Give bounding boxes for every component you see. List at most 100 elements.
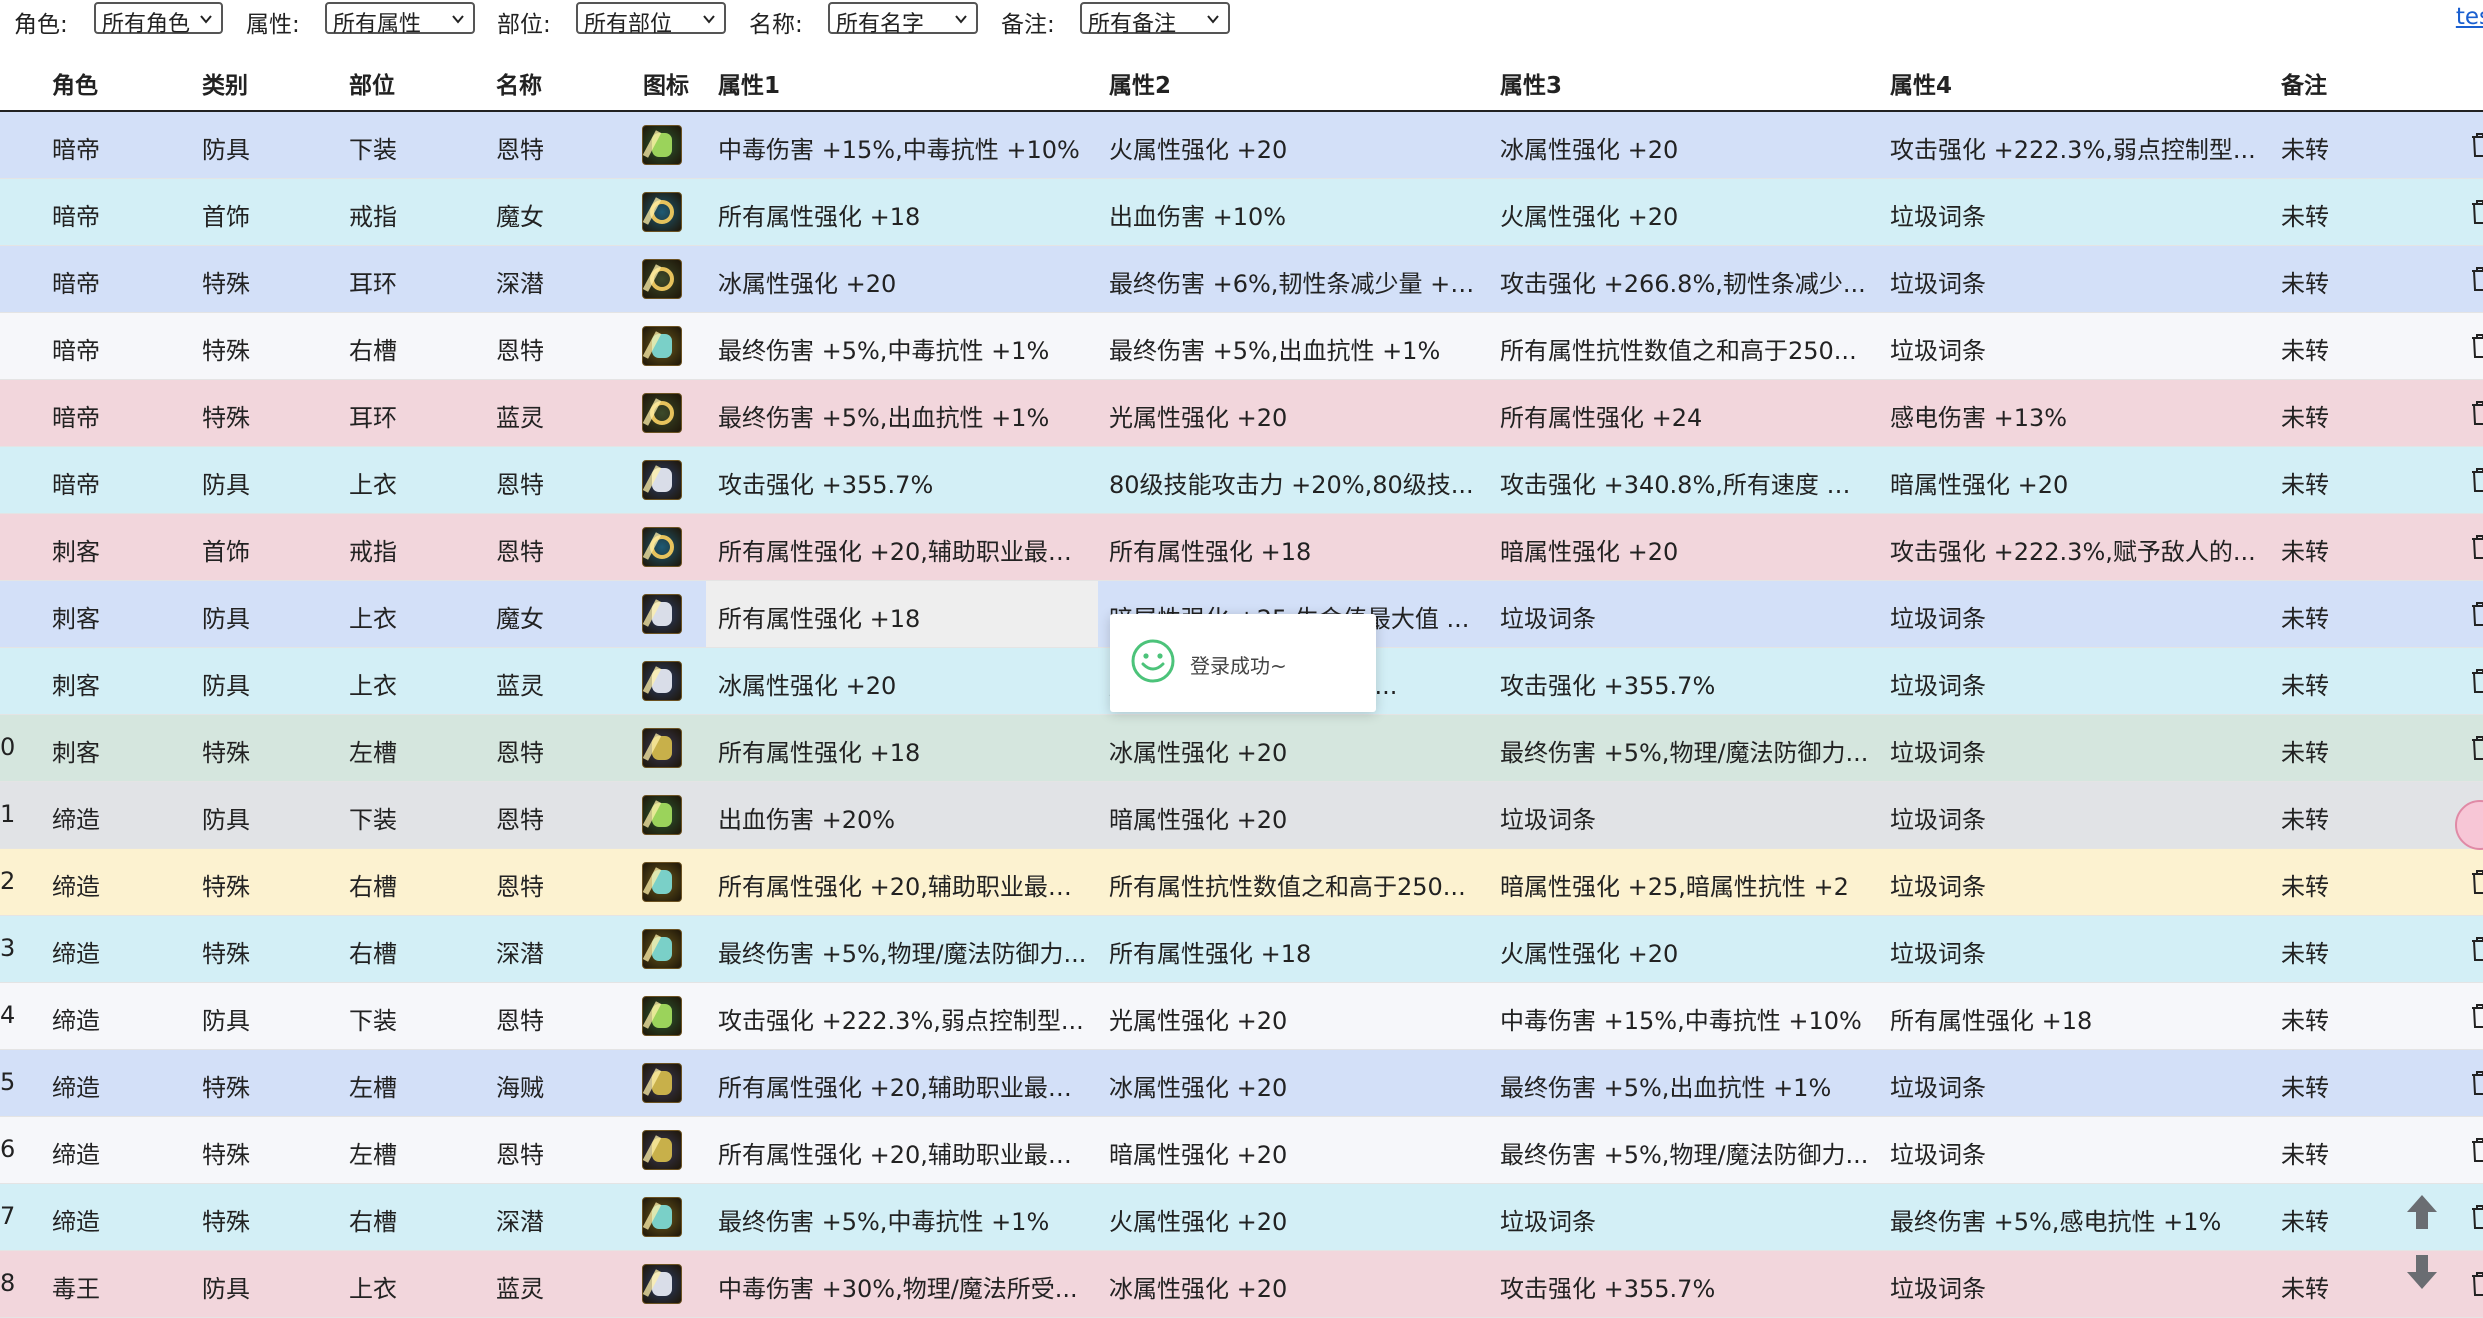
trash-icon[interactable] — [2470, 936, 2483, 962]
chevron-down-icon — [452, 15, 464, 24]
cell-slot: 上衣 — [349, 672, 397, 700]
armor-top-icon — [642, 460, 682, 500]
chevron-down-icon — [200, 15, 212, 24]
trash-icon[interactable] — [2470, 1003, 2483, 1029]
armor-pants-icon — [642, 795, 682, 835]
filter-note-select[interactable]: 所有备注 — [1080, 2, 1230, 37]
col-attr4[interactable]: 属性4 — [1890, 66, 1952, 100]
cell-attr4: 垃圾词条 — [1890, 1141, 1986, 1169]
cell-name: 恩特 — [496, 337, 544, 365]
cell-category: 防具 — [202, 471, 250, 499]
cell-attr2: 所有属性强化 +18 — [1109, 538, 1312, 566]
trash-icon[interactable] — [2470, 1070, 2483, 1096]
trash-icon[interactable] — [2470, 132, 2483, 158]
chevron-down-icon — [703, 15, 715, 24]
filter-role-select[interactable]: 所有角色 — [94, 2, 223, 37]
cell-slot: 右槽 — [349, 337, 397, 365]
filter-attr-select[interactable]: 所有属性 — [325, 2, 475, 37]
cell-attr3: 暗属性强化 +20 — [1500, 538, 1679, 566]
table-row[interactable]: 刺客 首饰 戒指 恩特 所有属性强化 +20,辅助职业最终... 所有属性强化 +18 暗属… — [0, 514, 2483, 581]
cell-attr1: 攻击强化 +355.7% — [718, 471, 934, 499]
arrow-down-icon[interactable] — [2402, 1252, 2442, 1292]
cell-attr2: 光属性强化 +20 — [1109, 1007, 1288, 1035]
cell-attr2: 光属性强化 +20 — [1109, 404, 1288, 432]
cell-category: 特殊 — [202, 873, 250, 901]
trash-icon[interactable] — [2470, 333, 2483, 359]
cell-note: 未转 — [2281, 1141, 2329, 1169]
col-name[interactable]: 名称 — [496, 66, 542, 100]
trash-icon[interactable] — [2470, 467, 2483, 493]
table-row[interactable]: 暗帝 特殊 耳环 蓝灵 最终伤害 +5%,出血抗性 +1% 光属性强化 +20 所有属性强化… — [0, 380, 2483, 447]
cell-note: 未转 — [2281, 404, 2329, 432]
trash-icon[interactable] — [2470, 1271, 2483, 1297]
cell-role: 暗帝 — [52, 270, 100, 298]
cell-attr4: 所有属性强化 +18 — [1890, 1007, 2093, 1035]
cell-attr4: 垃圾词条 — [1890, 873, 1986, 901]
cell-category: 特殊 — [202, 1208, 250, 1236]
cell-attr4: 垃圾词条 — [1890, 270, 1986, 298]
col-role[interactable]: 角色 — [52, 66, 98, 100]
col-attr3[interactable]: 属性3 — [1500, 66, 1562, 100]
cell-slot: 戒指 — [349, 203, 397, 231]
filter-name-select[interactable]: 所有名字 — [828, 2, 978, 37]
top-right-link[interactable]: tes — [2456, 4, 2483, 30]
cell-attr2: 冰属性强化 +20 — [1109, 739, 1288, 767]
cell-category: 特殊 — [202, 739, 250, 767]
table-row[interactable]: 5 缔造 特殊 左槽 海贼 所有属性强化 +20,辅助职业最终... 冰属性强化 +20 最终… — [0, 1050, 2483, 1117]
table-row[interactable]: 4 缔造 防具 下装 恩特 攻击强化 +222.3%,弱点控制型... 光属性强化 +20 中… — [0, 983, 2483, 1050]
trash-icon[interactable] — [2470, 199, 2483, 225]
cell-attr1: 所有属性强化 +20,辅助职业最终... — [718, 1074, 1088, 1102]
table-row[interactable]: 暗帝 防具 下装 恩特 中毒伤害 +15%,中毒抗性 +10% 火属性强化 +20 冰属性强… — [0, 112, 2483, 179]
trash-icon[interactable] — [2470, 1137, 2483, 1163]
cell-attr1: 所有属性强化 +20,辅助职业最终... — [718, 538, 1088, 566]
cell-attr3: 攻击强化 +355.7% — [1500, 1275, 1716, 1303]
cell-attr4: 垃圾词条 — [1890, 672, 1986, 700]
table-row[interactable]: 7 缔造 特殊 右槽 深潜 最终伤害 +5%,中毒抗性 +1% 火属性强化 +20 垃圾词条 最… — [0, 1184, 2483, 1251]
table-row[interactable]: 0 刺客 特殊 左槽 恩特 所有属性强化 +18 冰属性强化 +20 最终伤害 +5%,物理/… — [0, 715, 2483, 782]
trash-icon[interactable] — [2470, 735, 2483, 761]
cell-category: 特殊 — [202, 1074, 250, 1102]
arrow-up-icon[interactable] — [2402, 1192, 2442, 1232]
cell-attr3: 攻击强化 +340.8%,所有速度 +2... — [1500, 471, 1870, 499]
col-attr2[interactable]: 属性2 — [1109, 66, 1171, 100]
cell-slot: 上衣 — [349, 471, 397, 499]
cell-slot: 下装 — [349, 1007, 397, 1035]
col-category[interactable]: 类别 — [202, 66, 248, 100]
cell-category: 特殊 — [202, 337, 250, 365]
trash-icon[interactable] — [2470, 266, 2483, 292]
trash-icon[interactable] — [2470, 1204, 2483, 1230]
trash-icon[interactable] — [2470, 601, 2483, 627]
cell-role: 缔造 — [52, 1074, 100, 1102]
table-row[interactable]: 3 缔造 特殊 右槽 深潜 最终伤害 +5%,物理/魔法防御力... 所有属性强化 +18 火… — [0, 916, 2483, 983]
cell-category: 防具 — [202, 806, 250, 834]
armor-top-icon — [642, 1264, 682, 1304]
cell-note: 未转 — [2281, 605, 2329, 633]
cell-attr3: 火属性强化 +20 — [1500, 940, 1679, 968]
table-row[interactable]: 6 缔造 特殊 左槽 恩特 所有属性强化 +20,辅助职业最终... 暗属性强化 +20 最终… — [0, 1117, 2483, 1184]
cell-name: 深潜 — [496, 940, 544, 968]
table-row[interactable]: 暗帝 防具 上衣 恩特 攻击强化 +355.7% 80级技能攻击力 +20%,80级技..… — [0, 447, 2483, 514]
filter-slot-select[interactable]: 所有部位 — [576, 2, 726, 37]
col-note[interactable]: 备注 — [2281, 66, 2327, 100]
col-slot[interactable]: 部位 — [349, 66, 395, 100]
trash-icon[interactable] — [2470, 869, 2483, 895]
row-index: 5 — [0, 1068, 16, 1096]
table-row[interactable]: 8 毒王 防具 上衣 蓝灵 中毒伤害 +30%,物理/魔法所受... 冰属性强化 +20 攻击… — [0, 1251, 2483, 1318]
cell-name: 魔女 — [496, 203, 544, 231]
col-attr1[interactable]: 属性1 — [718, 66, 780, 100]
trash-icon[interactable] — [2470, 534, 2483, 560]
cell-attr2: 暗属性强化 +20 — [1109, 1141, 1288, 1169]
ring-icon — [642, 527, 682, 567]
trash-icon[interactable] — [2470, 668, 2483, 694]
table-row[interactable]: 1 缔造 防具 下装 恩特 出血伤害 +20% 暗属性强化 +20 垃圾词条 垃圾词条 未转 — [0, 782, 2483, 849]
cell-attr4: 垃圾词条 — [1890, 1275, 1986, 1303]
filter-bar: 角色: 所有角色 属性: 所有属性 部位: 所有部位 名称: 所有名字 备注: … — [0, 0, 2483, 40]
table-row[interactable]: 暗帝 特殊 右槽 恩特 最终伤害 +5%,中毒抗性 +1% 最终伤害 +5%,出血抗性 +… — [0, 313, 2483, 380]
table-row[interactable]: 2 缔造 特殊 右槽 恩特 所有属性强化 +20,辅助职业最终... 所有属性抗性数值之和高… — [0, 849, 2483, 916]
cell-role: 毒王 — [52, 1275, 100, 1303]
trash-icon[interactable] — [2470, 400, 2483, 426]
table-row[interactable]: 暗帝 首饰 戒指 魔女 所有属性强化 +18 出血伤害 +10% 火属性强化 +20 垃圾词条… — [0, 179, 2483, 246]
cell-role: 暗帝 — [52, 203, 100, 231]
filter-slot-label: 部位: — [497, 12, 551, 38]
table-row[interactable]: 暗帝 特殊 耳环 深潜 冰属性强化 +20 最终伤害 +6%,韧性条减少量 +1... 攻击… — [0, 246, 2483, 313]
